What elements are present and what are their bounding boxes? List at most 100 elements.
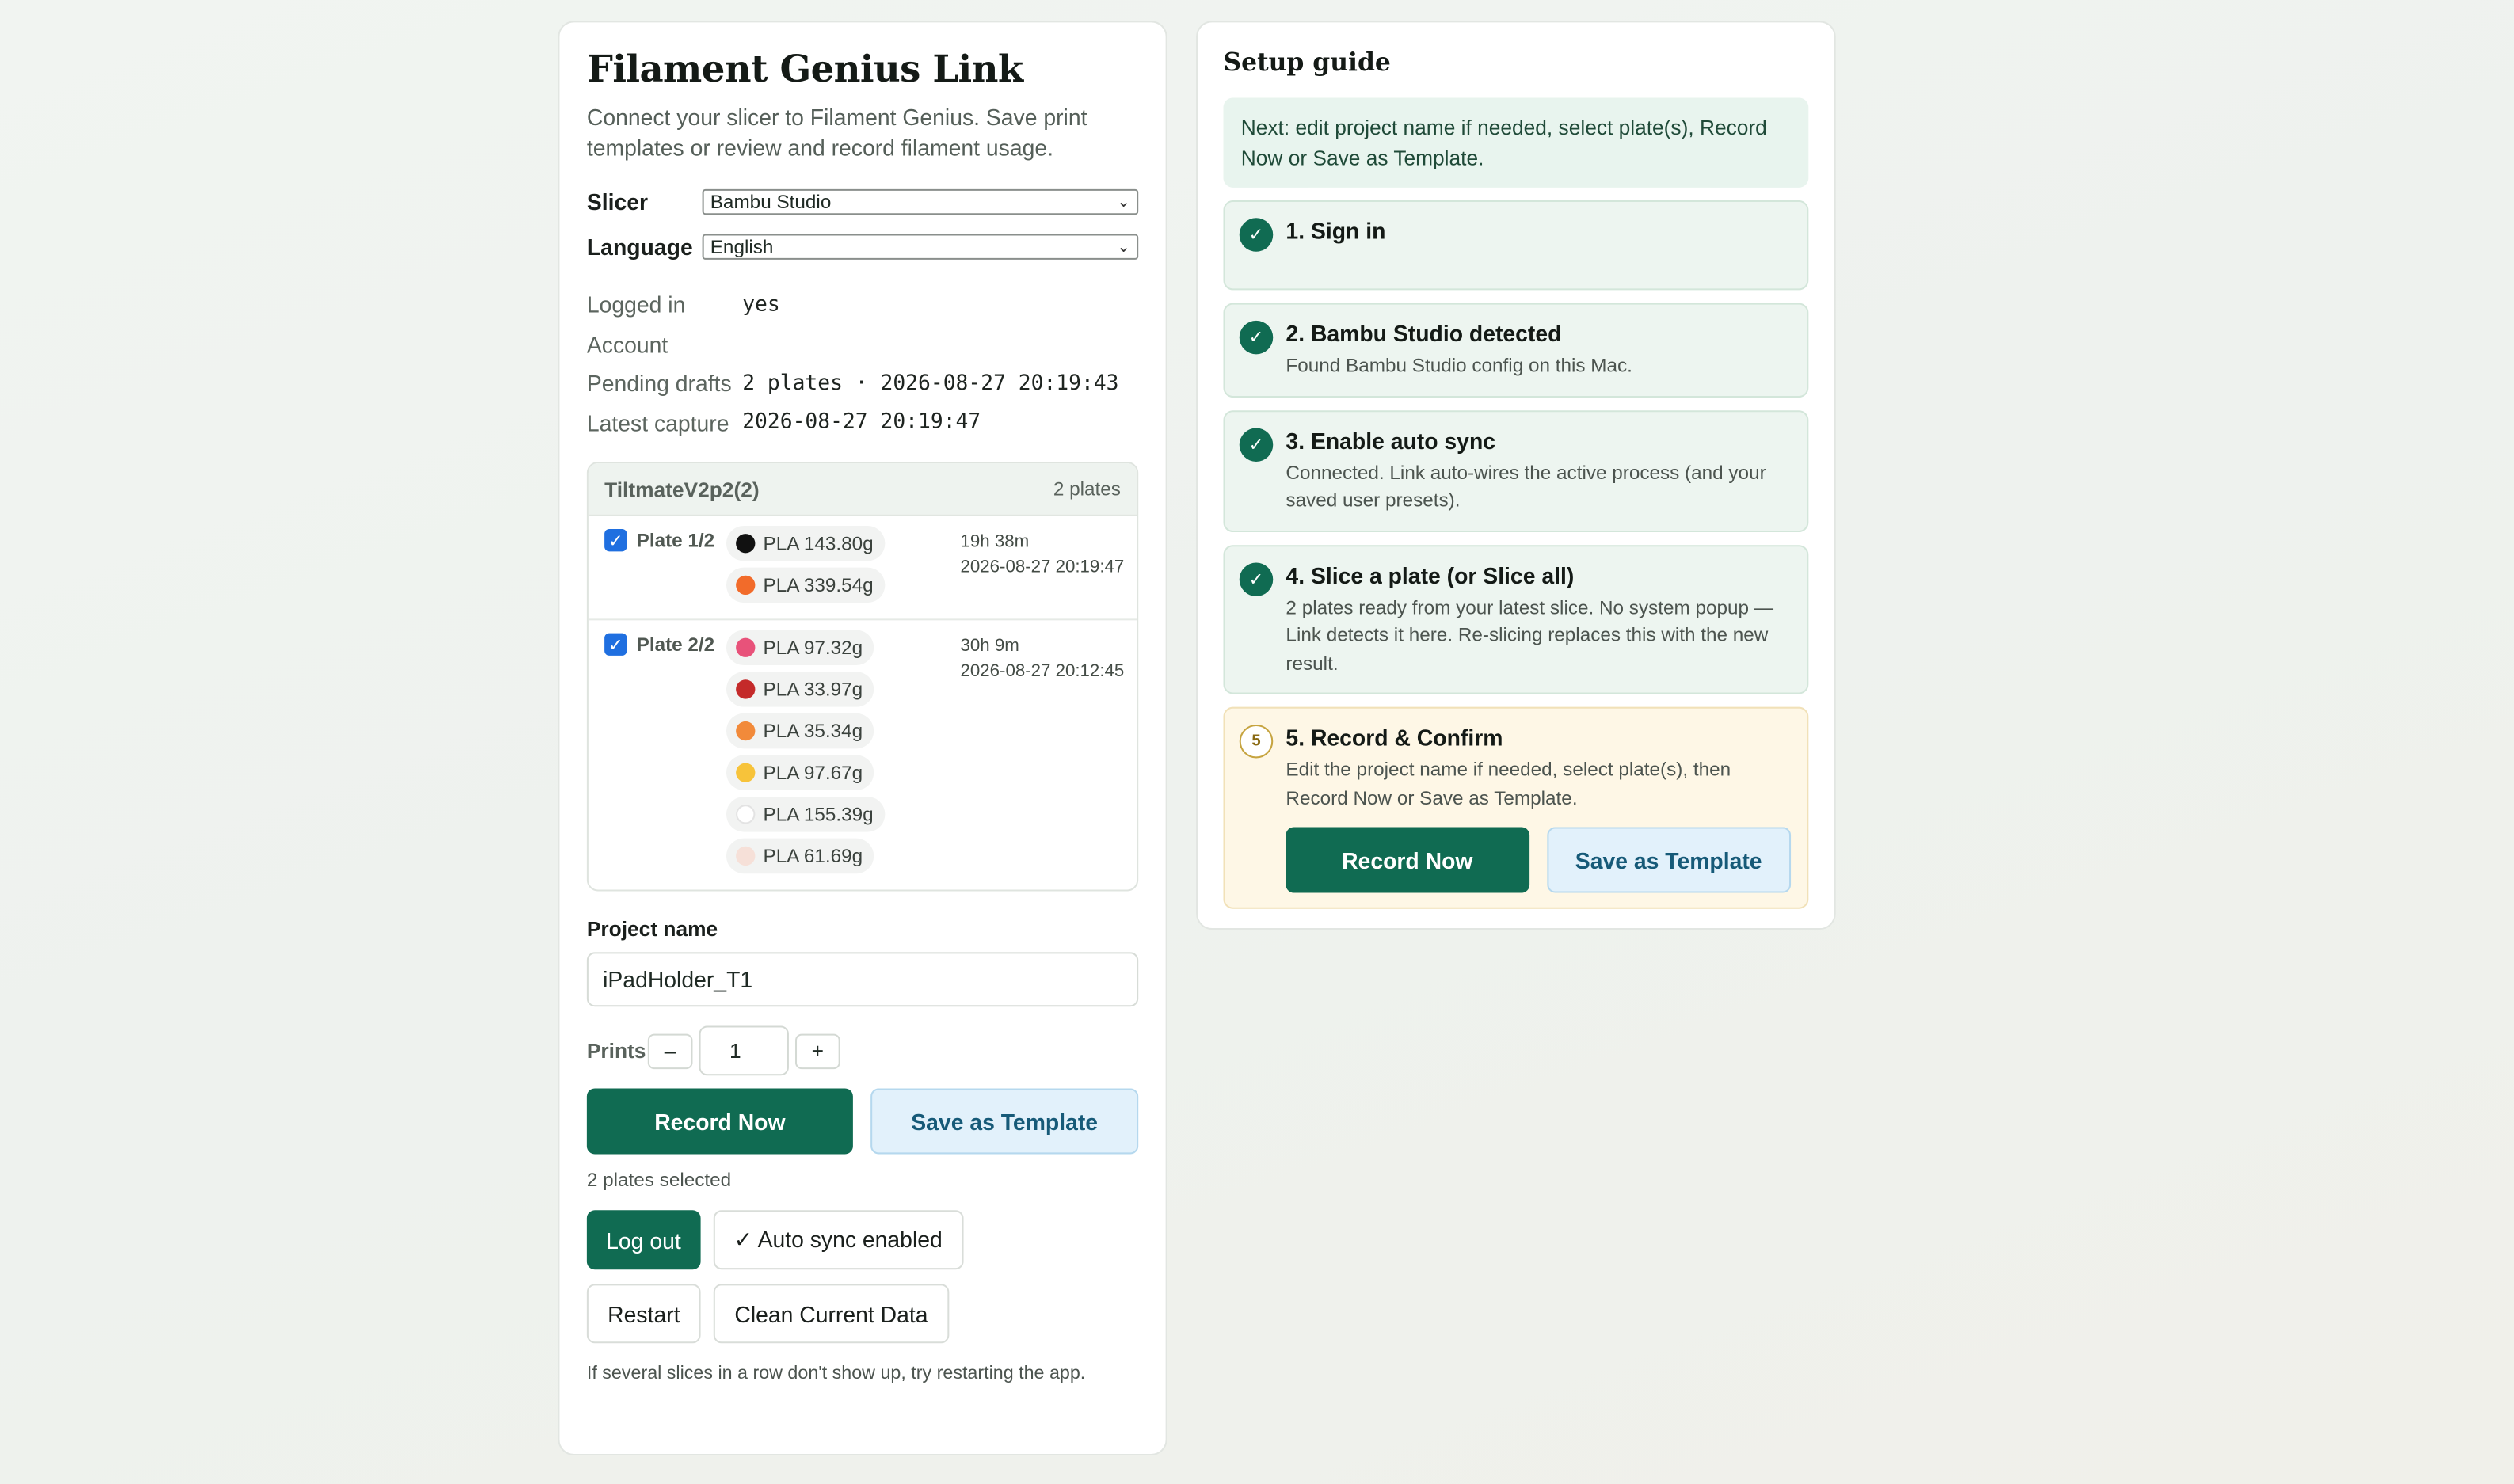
plate-row: ✓ Plate 1/2 PLA 143.80g PLA 339.54g 19h … xyxy=(588,516,1137,621)
guide-record-now-button[interactable]: Record Now xyxy=(1286,827,1529,893)
slicer-row: Slicer Bambu Studio ⌄ xyxy=(586,188,1139,215)
chevron-down-icon: ⌄ xyxy=(1117,238,1131,256)
app-subtitle: Connect your slicer to Filament Genius. … xyxy=(586,104,1087,161)
filament-chip: PLA 339.54g xyxy=(726,567,885,603)
filament-label: PLA 339.54g xyxy=(763,573,874,597)
filament-label: PLA 33.97g xyxy=(763,678,863,701)
prints-row: Prints – 1 + xyxy=(586,1025,1138,1076)
plate-date: 2026-08-27 20:19:47 xyxy=(960,557,1125,577)
filament-chip: PLA 35.34g xyxy=(726,713,874,749)
plate-duration: 19h 38m xyxy=(960,532,1030,552)
color-dot-icon xyxy=(736,534,756,554)
app-title: Filament Genius Link xyxy=(586,48,1023,92)
filament-list: PLA 143.80g PLA 339.54g xyxy=(726,525,885,609)
language-row: Language English ⌄ xyxy=(586,234,1139,260)
guide-step-auto-sync: ✓ 3. Enable auto sync Connected. Link au… xyxy=(1223,409,1809,532)
filament-chip: PLA 143.80g xyxy=(726,525,885,561)
color-dot-icon xyxy=(736,721,756,741)
plate-label: Plate 2/2 xyxy=(636,633,715,656)
data-actions: Restart Clean Current Data xyxy=(586,1284,1138,1344)
prints-input[interactable]: 1 xyxy=(699,1025,789,1076)
check-icon: ✓ xyxy=(1239,320,1274,355)
plate-row: ✓ Plate 2/2 PLA 97.32g PLA 33.97g PLA 35… xyxy=(589,620,1137,889)
guide-step-record: 5 5. Record & Confirm Edit the project n… xyxy=(1223,706,1809,909)
step-title: 3. Enable auto sync xyxy=(1286,427,1496,453)
plate-count: 2 plates xyxy=(1053,478,1121,500)
filament-label: PLA 61.69g xyxy=(763,844,863,868)
plate-label: Plate 1/2 xyxy=(636,528,715,552)
pending-value: 2 plates · 2026-08-27 20:19:43 xyxy=(742,371,1119,396)
clean-data-button[interactable]: Clean Current Data xyxy=(714,1284,949,1344)
record-actions: Record Now Save as Template xyxy=(586,1088,1139,1155)
logged-in-value: yes xyxy=(742,292,780,318)
check-icon: ✓ xyxy=(1239,427,1274,461)
filament-label: PLA 155.39g xyxy=(763,803,874,826)
check-icon: ✓ xyxy=(1239,218,1274,252)
slicer-select[interactable]: Bambu Studio ⌄ xyxy=(702,188,1139,215)
color-dot-icon xyxy=(736,575,756,595)
filament-list: PLA 97.32g PLA 33.97g PLA 35.34g PLA 97.… xyxy=(726,630,885,881)
color-dot-icon xyxy=(736,637,756,657)
guide-step-detected: ✓ 2. Bambu Studio detected Found Bambu S… xyxy=(1223,303,1809,397)
plate-date: 2026-08-27 20:12:45 xyxy=(960,662,1125,682)
step-desc: Found Bambu Studio config on this Mac. xyxy=(1286,354,1632,377)
guide-step-slice: ✓ 4. Slice a plate (or Slice all) 2 plat… xyxy=(1223,544,1809,694)
guide-save-template-button[interactable]: Save as Template xyxy=(1546,827,1792,893)
filament-label: PLA 35.34g xyxy=(763,719,863,743)
plate-time: 19h 38m 2026-08-27 20:19:47 xyxy=(961,529,1125,580)
filament-chip: PLA 155.39g xyxy=(726,797,885,832)
guide-title: Setup guide xyxy=(1223,46,1391,78)
filament-chip: PLA 33.97g xyxy=(726,672,874,707)
project-name-input[interactable]: iPadHolder_T1 xyxy=(586,952,1139,1007)
check-icon: ✓ xyxy=(1239,561,1274,596)
pending-label: Pending drafts xyxy=(586,371,732,397)
setup-guide-panel: Setup guide Next: edit project name if n… xyxy=(1196,21,1836,930)
step-title: 5. Record & Confirm xyxy=(1286,724,1503,751)
status-info: Logged in yes Account Pending drafts 2 p… xyxy=(587,285,1138,442)
language-select[interactable]: English ⌄ xyxy=(702,234,1139,260)
plate-duration: 30h 9m xyxy=(960,636,1019,656)
guide-record-actions: Record Now Save as Template xyxy=(1286,827,1792,893)
info-account: Account xyxy=(587,325,1138,364)
step-title: 1. Sign in xyxy=(1286,218,1386,244)
color-dot-icon xyxy=(736,763,756,782)
slicer-label: Slicer xyxy=(586,188,649,215)
latest-label: Latest capture xyxy=(586,409,729,436)
selected-note: 2 plates selected xyxy=(586,1168,732,1192)
account-actions: Log out ✓ Auto sync enabled xyxy=(586,1210,1138,1270)
info-latest: Latest capture 2026-08-27 20:19:47 xyxy=(587,403,1138,443)
prints-label: Prints xyxy=(586,1038,646,1064)
save-template-button[interactable]: Save as Template xyxy=(870,1088,1139,1155)
account-label: Account xyxy=(586,331,668,357)
filament-chip: PLA 61.69g xyxy=(726,838,874,874)
restart-button[interactable]: Restart xyxy=(586,1284,701,1344)
decrement-button[interactable]: – xyxy=(647,1033,693,1069)
step-number-icon: 5 xyxy=(1239,724,1274,759)
step-desc: 2 plates ready from your latest slice. N… xyxy=(1286,596,1774,675)
filament-label: PLA 97.32g xyxy=(763,636,863,659)
color-dot-icon xyxy=(736,805,756,824)
filament-chip: PLA 97.32g xyxy=(726,630,874,666)
language-label: Language xyxy=(586,234,693,260)
project-name-label: Project name xyxy=(586,916,718,942)
main-panel: Filament Genius Link Connect your slicer… xyxy=(558,21,1167,1456)
chevron-down-icon: ⌄ xyxy=(1117,192,1131,211)
filament-label: PLA 97.67g xyxy=(763,761,863,784)
record-now-button[interactable]: Record Now xyxy=(586,1088,853,1155)
next-step-banner: Next: edit project name if needed, selec… xyxy=(1223,97,1809,188)
plate-checkbox[interactable]: ✓ xyxy=(604,528,627,552)
color-dot-icon xyxy=(736,846,756,866)
auto-sync-button[interactable]: ✓ Auto sync enabled xyxy=(713,1210,964,1270)
plate-time: 30h 9m 2026-08-27 20:12:45 xyxy=(961,634,1125,685)
info-pending: Pending drafts 2 plates · 2026-08-27 20:… xyxy=(587,364,1138,404)
latest-value: 2026-08-27 20:19:47 xyxy=(742,410,981,436)
restart-hint: If several slices in a row don't show up… xyxy=(586,1364,1086,1383)
increment-button[interactable]: + xyxy=(795,1033,840,1069)
color-dot-icon xyxy=(736,679,756,699)
logout-button[interactable]: Log out xyxy=(586,1210,701,1270)
step-desc: Connected. Link auto-wires the active pr… xyxy=(1286,460,1766,512)
project-source-name: TiltmateV2p2(2) xyxy=(604,477,760,501)
plate-checkbox[interactable]: ✓ xyxy=(604,633,627,656)
filament-chip: PLA 97.67g xyxy=(726,755,874,790)
step-desc: Edit the project name if needed, select … xyxy=(1286,758,1731,809)
